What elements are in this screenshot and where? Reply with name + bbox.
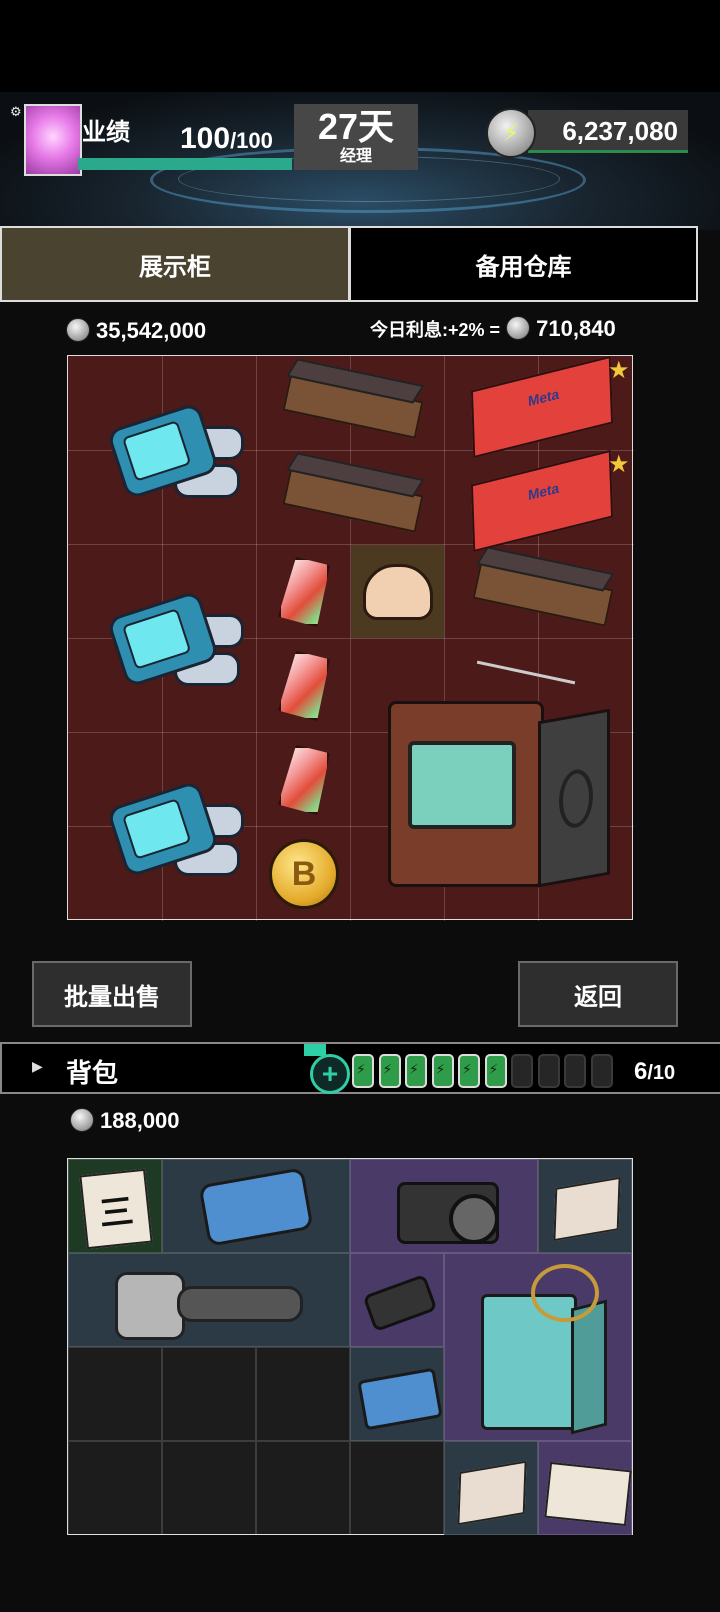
empty-slot[interactable]	[68, 1347, 162, 1441]
crystal-item[interactable]	[258, 742, 350, 818]
tab-display-case[interactable]: 展示柜	[0, 226, 350, 302]
settings-gear-icon[interactable]: ⚙	[10, 104, 22, 120]
display-case-grid: ★ ★ B	[67, 355, 634, 921]
wooden-knife-item[interactable]	[458, 561, 628, 627]
backpack-count-value: 6	[634, 1058, 648, 1085]
empty-slot[interactable]	[256, 1441, 350, 1535]
add-slot-button[interactable]: +	[310, 1054, 350, 1094]
battery-full-icon	[405, 1054, 427, 1088]
empty-slot[interactable]	[350, 1441, 444, 1535]
battery-empty-icon	[537, 1054, 560, 1088]
battery-full-icon	[431, 1054, 454, 1088]
star-icon: ★	[608, 451, 630, 478]
bmo-robot-item[interactable]	[444, 1253, 632, 1441]
performance-value: 100/100	[180, 122, 273, 156]
player-role: 经理	[339, 148, 372, 165]
hair-dryer-item[interactable]	[68, 1253, 350, 1347]
coin-icon	[506, 316, 531, 341]
money-panel: 6,237,080	[528, 110, 688, 153]
backpack-capacity: /10	[647, 1062, 676, 1084]
backpack-count: 6/10	[634, 1058, 675, 1086]
bitcoin-item[interactable]: B	[258, 834, 350, 914]
bitcoin-label: B	[269, 839, 339, 909]
battery-empty-icon	[564, 1054, 586, 1088]
performance-bar-fill	[78, 158, 292, 170]
backpack-total: 188,000	[70, 1108, 180, 1134]
game-console-item[interactable]	[350, 1347, 444, 1441]
bulk-sell-button[interactable]: 批量出售	[32, 961, 192, 1027]
property-card-item[interactable]	[454, 355, 630, 459]
coin-icon	[66, 318, 90, 343]
battery-empty-icon	[511, 1054, 533, 1088]
helmet-item[interactable]	[351, 545, 444, 638]
interest-label: 今日利息:+2% =	[370, 320, 501, 340]
star-icon: ★	[608, 357, 630, 384]
robot-dog-item[interactable]	[78, 774, 248, 884]
empty-slot[interactable]	[256, 1347, 350, 1441]
crystal-item[interactable]	[258, 648, 350, 724]
empty-slot[interactable]	[162, 1441, 256, 1535]
interest-value: 710,840	[536, 316, 616, 341]
disc-item[interactable]	[538, 1159, 632, 1253]
days-value: 27天	[317, 106, 395, 147]
sticker-book-label: 三	[79, 1168, 153, 1250]
wooden-knife-item[interactable]	[268, 467, 438, 533]
coin-icon	[70, 1108, 94, 1133]
retro-tv-item[interactable]	[378, 660, 618, 891]
battery-full-icon	[484, 1054, 507, 1088]
robot-dog-item[interactable]	[78, 584, 248, 694]
backpack-title: 背包	[66, 1058, 119, 1088]
battery-empty-icon	[590, 1054, 613, 1088]
backpack-grid: 三	[67, 1158, 633, 1535]
empty-slot[interactable]	[162, 1347, 256, 1441]
display-total-value: 35,542,000	[96, 318, 207, 343]
performance-current: 100	[180, 122, 231, 155]
player-avatar[interactable]	[24, 104, 82, 176]
crystal-item[interactable]	[258, 554, 350, 630]
postcard-item[interactable]	[538, 1441, 632, 1535]
battery-full-icon	[458, 1054, 480, 1088]
camera-item[interactable]	[350, 1159, 538, 1253]
daily-interest: 今日利息:+2% = 710,840	[370, 316, 616, 342]
status-bar	[0, 0, 720, 92]
property-card-item[interactable]	[454, 449, 630, 553]
disc-item-2[interactable]	[444, 1441, 538, 1535]
performance-label: 业绩	[82, 119, 130, 146]
expand-arrow-icon[interactable]: ▶	[32, 1058, 43, 1075]
battery-full-icon	[378, 1054, 401, 1088]
backpack-total-value: 188,000	[100, 1108, 180, 1133]
money-value: 6,237,080	[562, 116, 678, 146]
scope-item[interactable]	[350, 1253, 444, 1347]
wooden-knife-item[interactable]	[268, 373, 438, 439]
performance-bar	[78, 158, 292, 170]
display-total: 35,542,000	[66, 318, 206, 344]
robot-dog-item[interactable]	[78, 396, 248, 506]
performance-max: /100	[230, 128, 273, 153]
tab-storage[interactable]: 备用仓库	[349, 226, 698, 302]
back-button[interactable]: 返回	[518, 961, 678, 1027]
battery-full-icon	[352, 1054, 374, 1088]
cd-player-item[interactable]	[162, 1159, 350, 1253]
empty-slot[interactable]	[68, 1441, 162, 1535]
sticker-book-item[interactable]: 三	[68, 1159, 162, 1253]
energy-coin-icon: ⚡	[486, 108, 536, 158]
day-counter: 27天 经理	[294, 104, 418, 170]
